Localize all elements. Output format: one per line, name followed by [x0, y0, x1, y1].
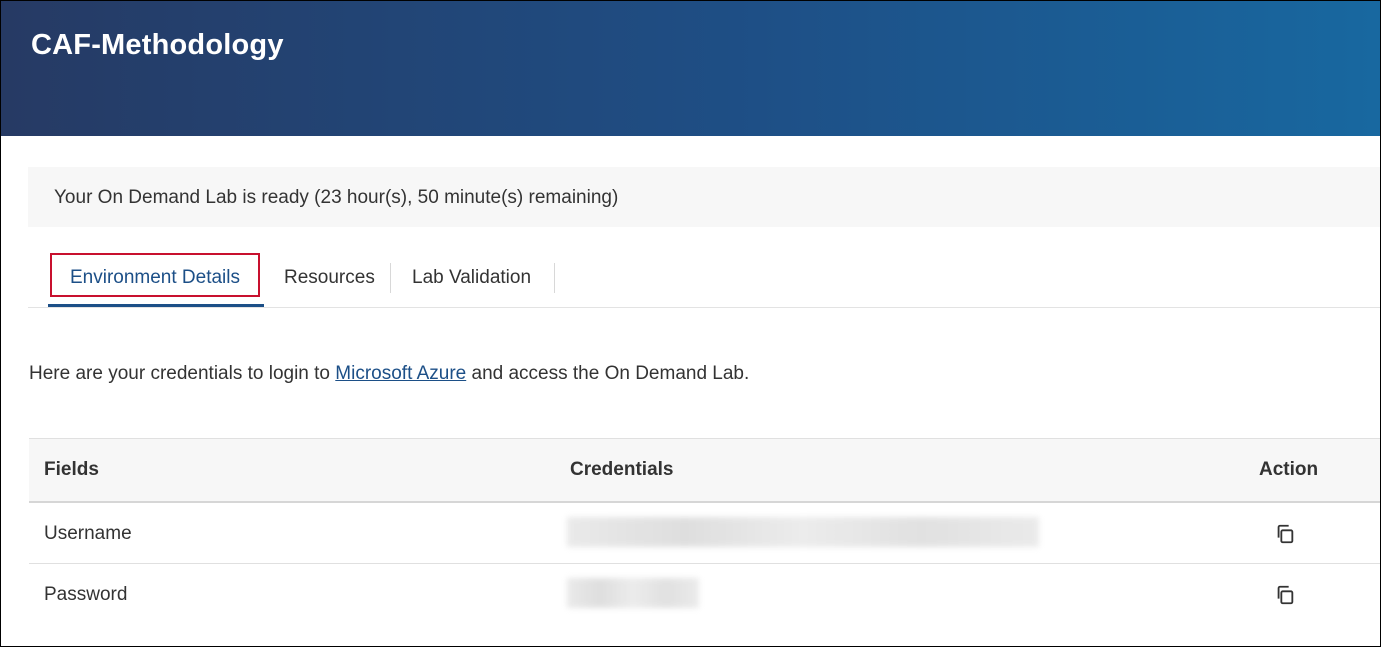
page-header: CAF-Methodology — [1, 1, 1380, 136]
intro-text-before: Here are your credentials to login to — [29, 363, 336, 384]
table-row-password: Password — [29, 564, 1380, 624]
tab-label: Resources — [284, 266, 375, 288]
lab-status-text: Your On Demand Lab is ready (23 hour(s),… — [54, 187, 619, 208]
username-value-redacted[interactable] — [567, 517, 1039, 547]
tab-environment-details[interactable]: Environment Details — [48, 249, 264, 307]
table-row-username: Username — [29, 503, 1380, 564]
tab-lab-validation[interactable]: Lab Validation — [412, 249, 531, 306]
tab-highlight-box — [50, 253, 260, 297]
tab-label: Lab Validation — [412, 266, 532, 288]
column-header-credentials: Credentials — [570, 459, 674, 480]
intro-text-after: and access the On Demand Lab. — [466, 363, 750, 384]
copy-icon[interactable] — [1274, 584, 1296, 606]
credentials-table: Fields Credentials Action Username Passw… — [29, 438, 1380, 624]
field-label-password: Password — [44, 584, 128, 605]
tab-resources[interactable]: Resources — [284, 249, 375, 306]
active-tab-indicator — [48, 304, 264, 307]
tab-bar: Environment Details Resources Lab Valida… — [28, 249, 1380, 308]
tab-divider — [554, 263, 555, 293]
password-value-redacted[interactable] — [567, 578, 699, 608]
copy-icon[interactable] — [1274, 523, 1296, 545]
app-window: CAF-Methodology Your On Demand Lab is re… — [0, 0, 1381, 647]
lab-status-banner: Your On Demand Lab is ready (23 hour(s),… — [28, 167, 1380, 227]
column-header-action: Action — [1259, 459, 1319, 480]
credentials-intro: Here are your credentials to login to Mi… — [29, 363, 749, 385]
table-header: Fields Credentials Action — [29, 438, 1380, 503]
column-header-fields: Fields — [44, 459, 99, 480]
microsoft-azure-link[interactable]: Microsoft Azure — [335, 363, 466, 384]
field-label-username: Username — [44, 523, 132, 544]
page-title: CAF-Methodology — [31, 29, 284, 61]
tab-divider — [390, 263, 391, 293]
